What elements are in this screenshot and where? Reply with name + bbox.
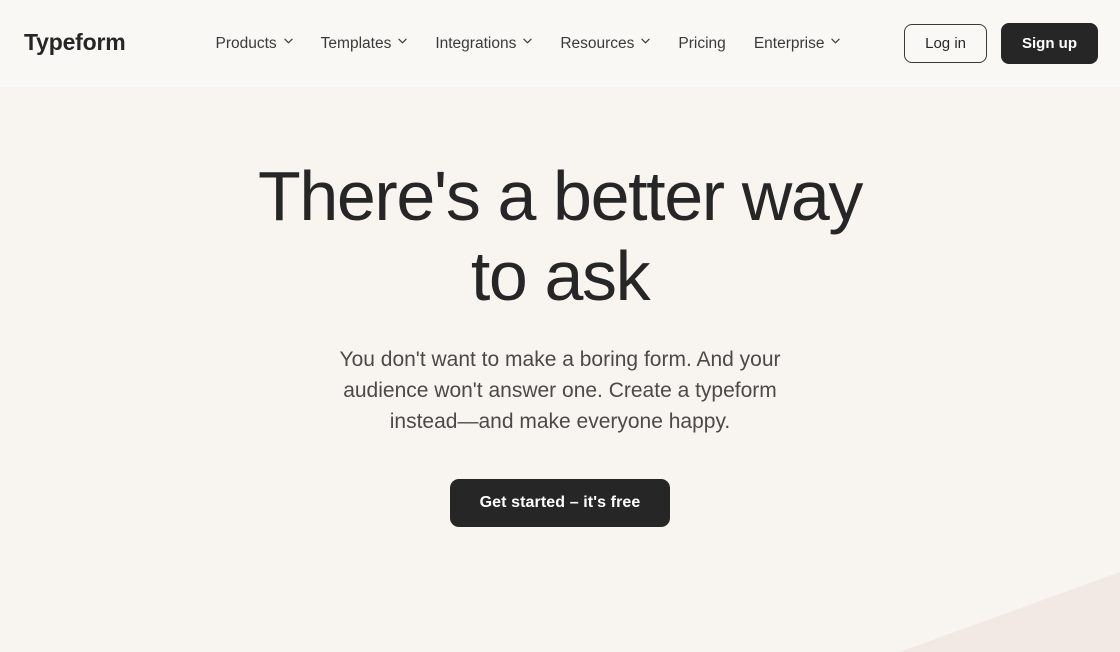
nav-item-label: Resources <box>560 34 635 52</box>
nav-item-integrations[interactable]: Integrations <box>421 27 546 61</box>
chevron-down-icon <box>398 38 408 47</box>
login-button[interactable]: Log in <box>904 24 987 63</box>
nav-item-products[interactable]: Products <box>202 27 307 61</box>
corner-decoration <box>890 572 1120 652</box>
typeform-logo[interactable]: Typeform <box>24 31 126 54</box>
nav-item-label: Integrations <box>435 34 517 52</box>
header-actions: Log in Sign up <box>904 23 1098 64</box>
chevron-down-icon <box>831 38 841 47</box>
main-navigation: Products Templates Integrations Resource… <box>202 27 855 61</box>
nav-item-enterprise[interactable]: Enterprise <box>740 27 855 61</box>
chevron-down-icon <box>523 38 533 47</box>
hero-subtitle: You don't want to make a boring form. An… <box>339 348 781 433</box>
get-started-button[interactable]: Get started – it's free <box>449 479 671 527</box>
hero-section: There's a better way to ask You don't wa… <box>0 87 1120 527</box>
nav-item-templates[interactable]: Templates <box>307 27 422 61</box>
chevron-down-icon <box>641 38 651 47</box>
nav-item-resources[interactable]: Resources <box>546 27 664 61</box>
hero-title: There's a better way to ask <box>258 157 863 315</box>
nav-item-label: Products <box>215 34 277 52</box>
nav-item-pricing[interactable]: Pricing <box>664 27 739 61</box>
signup-button[interactable]: Sign up <box>1001 23 1098 64</box>
hero-cta-wrapper: Get started – it's free <box>0 479 1120 527</box>
nav-item-label: Pricing <box>678 34 726 52</box>
site-header: Typeform Products Templates Integrations <box>0 0 1120 87</box>
nav-item-label: Enterprise <box>753 34 825 52</box>
nav-item-label: Templates <box>320 34 392 52</box>
chevron-down-icon <box>283 38 293 47</box>
